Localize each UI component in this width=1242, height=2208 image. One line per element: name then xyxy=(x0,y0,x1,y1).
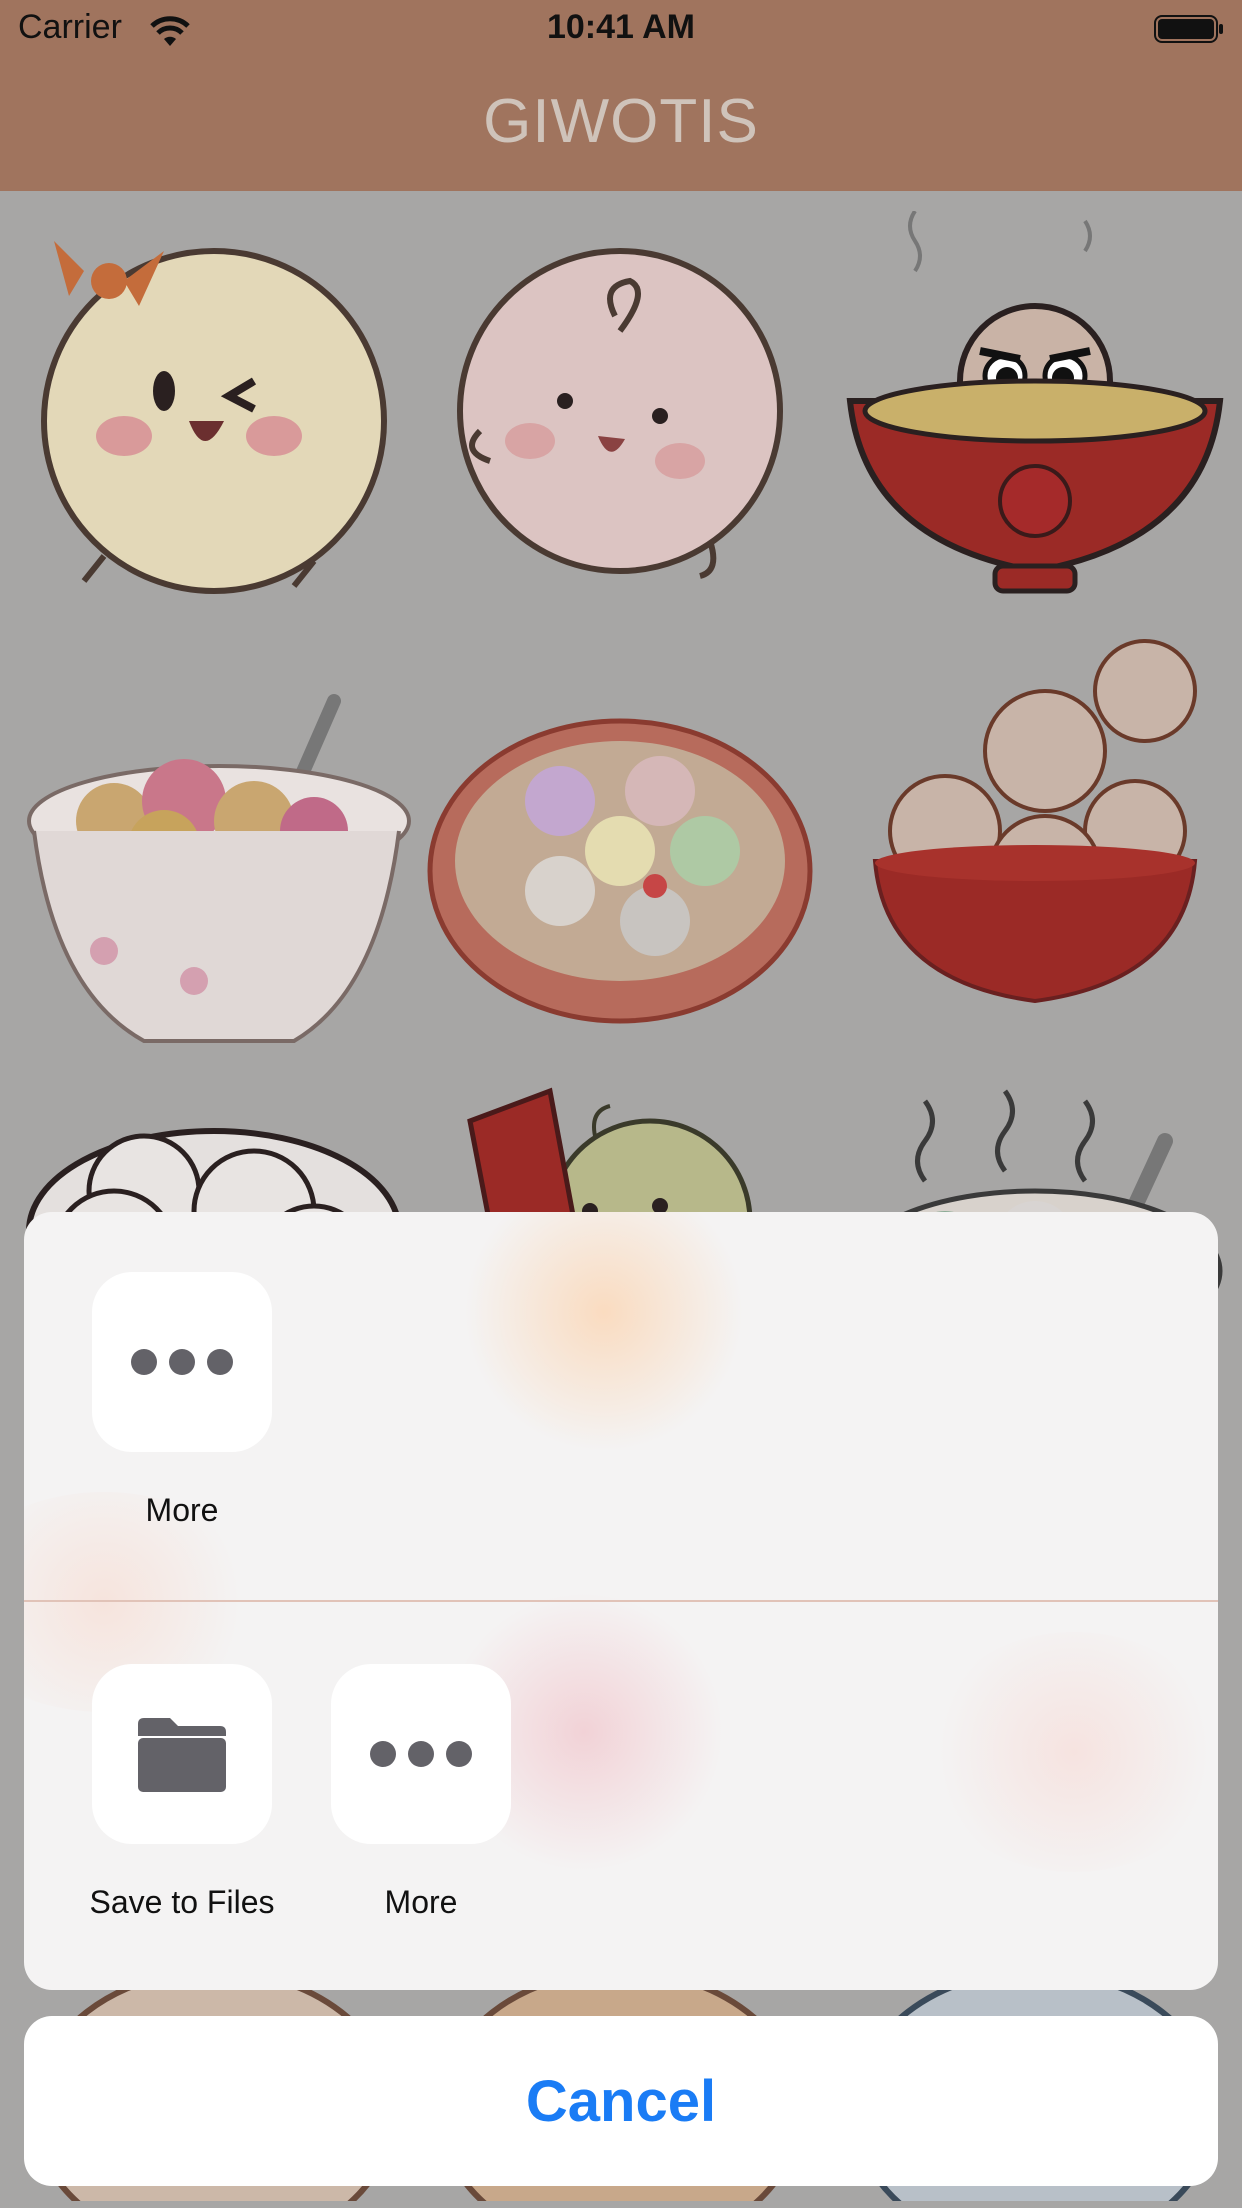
sheet-blur-highlight xyxy=(464,1212,744,1452)
share-sheet: More Save to Files More xyxy=(24,1212,1218,1990)
action-label: More xyxy=(384,1884,458,1920)
status-bar: Carrier 10:41 AM xyxy=(0,0,1242,60)
page-title: GIWOTIS xyxy=(483,87,759,156)
sticker-tangyuan-bow[interactable] xyxy=(14,211,414,611)
battery-icon xyxy=(1154,15,1223,43)
save-to-files-tile[interactable] xyxy=(92,1664,272,1844)
more-tile[interactable] xyxy=(92,1272,272,1452)
action-label: Save to Files xyxy=(89,1884,275,1920)
more-icon xyxy=(131,1349,233,1375)
sticker-tangyuan-pastel-bowl[interactable] xyxy=(14,661,414,1061)
cancel-button[interactable]: Cancel xyxy=(24,2016,1218,2186)
navigation-bar: GIWOTIS xyxy=(0,60,1242,191)
share-action-more-row2[interactable]: More xyxy=(301,1664,541,1921)
clock: 10:41 AM xyxy=(546,8,696,46)
action-label: More xyxy=(145,1492,219,1528)
sticker-tangyuan-swirl[interactable] xyxy=(420,211,820,611)
share-action-more-row1[interactable]: More xyxy=(62,1272,302,1529)
share-action-save-to-files[interactable]: Save to Files xyxy=(62,1664,302,1921)
sticker-tangyuan-soup-bowl[interactable] xyxy=(420,661,820,1061)
sticker-tangyuan-bowl-fu[interactable] xyxy=(835,209,1235,611)
more-tile[interactable] xyxy=(331,1664,511,1844)
sticker-tangyuan-red-bowl[interactable] xyxy=(835,631,1235,1031)
more-icon xyxy=(370,1741,472,1767)
sheet-blur-highlight xyxy=(924,1632,1218,1872)
folder-icon xyxy=(138,1718,226,1792)
sheet-divider xyxy=(24,1600,1218,1602)
